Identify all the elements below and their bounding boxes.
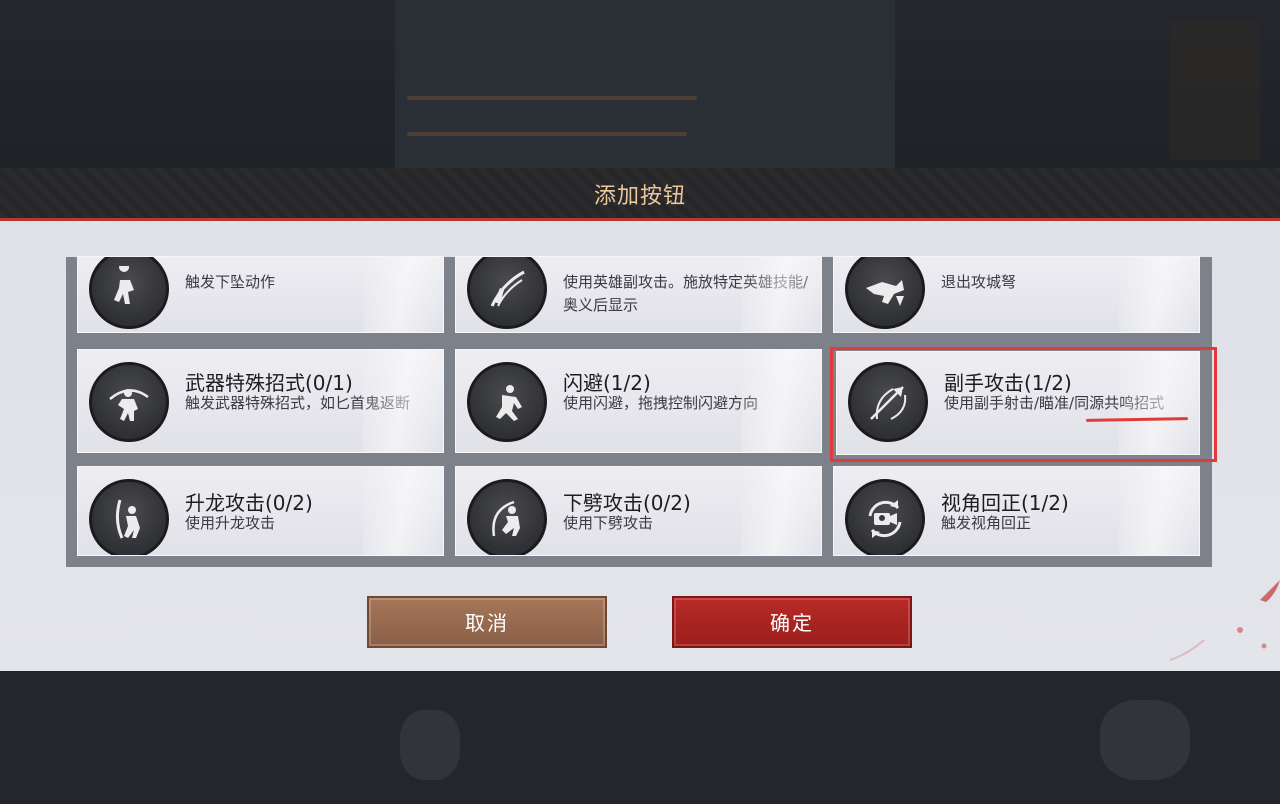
card-description: 触发视角回正 [941,514,1032,532]
weapon-special-figure-icon [89,362,169,442]
petals-decoration [1169,580,1280,661]
dialog-title: 添加按钮 [593,184,686,209]
button-option-card[interactable]: 触发下坠动作 [77,256,444,333]
background-settings-panel [395,0,895,168]
down-slash-figure-icon [467,479,547,555]
card-description: 触发下坠动作 [185,273,276,291]
selection-highlight-box [830,347,1217,462]
background-side-emblem [1170,20,1260,160]
button-option-card[interactable]: 武器特殊招式(0/1) 触发武器特殊招式，如匕首鬼返断 [77,349,444,453]
rising-dragon-figure-icon [89,479,169,555]
background-game-scene [0,670,1280,804]
button-option-card[interactable]: 闪避(1/2) 使用闪避，拖拽控制闪避方向 [455,349,822,453]
card-description: 使用下劈攻击 [563,514,654,532]
falling-figure-icon [89,257,169,329]
slash-figure-icon [467,257,547,329]
confirm-button[interactable]: 确定 [672,596,912,648]
button-option-card[interactable]: 升龙攻击(0/2) 使用升龙攻击 [77,466,444,556]
button-option-card[interactable]: 下劈攻击(0/2) 使用下劈攻击 [455,466,822,556]
dialog-header: 添加按钮 [0,168,1280,221]
siege-crossbow-icon [845,257,925,329]
card-description: 触发武器特殊招式，如匕首鬼返断 [185,394,411,412]
button-option-card[interactable]: 退出攻城弩 [833,256,1200,333]
card-description: 使用升龙攻击 [185,514,276,532]
camera-reset-icon [845,479,925,555]
card-description: 退出攻城弩 [941,273,1017,291]
dodge-figure-icon [467,362,547,442]
button-option-card[interactable]: 视角回正(1/2) 触发视角回正 [833,466,1200,556]
button-option-card[interactable]: 使用英雄副攻击。施放特定英雄技能/奥义后显示 [455,256,822,333]
card-description: 使用英雄副攻击。施放特定英雄技能/奥义后显示 [563,273,809,314]
card-description: 使用闪避，拖拽控制闪避方向 [563,394,759,412]
cancel-button[interactable]: 取消 [367,596,607,648]
